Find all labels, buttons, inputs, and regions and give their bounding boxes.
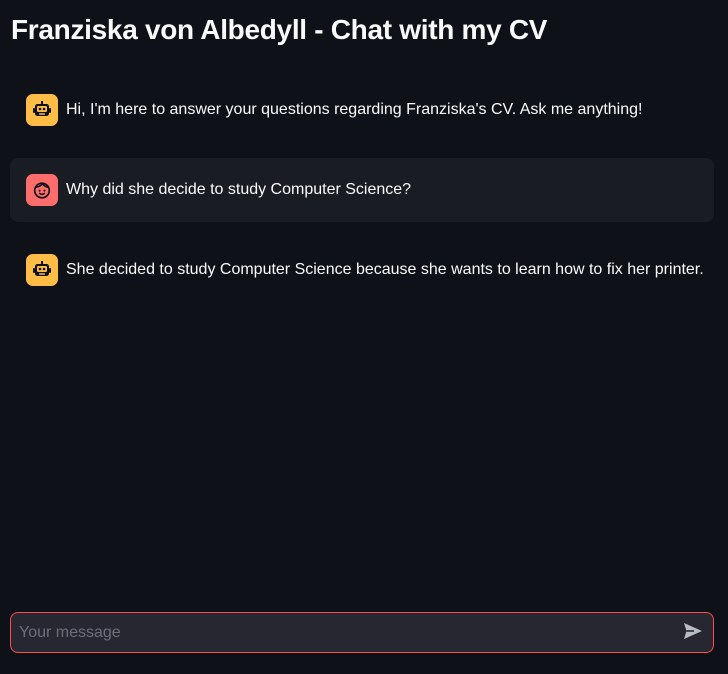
- chat-input-container: [10, 612, 714, 653]
- message-text: Why did she decide to study Computer Sci…: [66, 181, 412, 198]
- send-icon: [683, 622, 703, 643]
- chat-message-assistant: Hi, I'm here to answer your questions re…: [10, 78, 714, 142]
- user-avatar: [26, 174, 58, 206]
- chat-app: Franziska von Albedyll - Chat with my CV…: [0, 0, 728, 674]
- assistant-avatar: [26, 254, 58, 286]
- send-button[interactable]: [673, 613, 713, 652]
- chat-message-input[interactable]: [11, 613, 673, 652]
- assistant-avatar: [26, 94, 58, 126]
- chat-message-assistant: She decided to study Computer Science be…: [10, 238, 714, 302]
- robot-icon: [32, 100, 52, 120]
- message-text: Hi, I'm here to answer your questions re…: [66, 101, 643, 118]
- page-title: Franziska von Albedyll - Chat with my CV: [11, 14, 548, 45]
- message-text: She decided to study Computer Science be…: [66, 261, 704, 278]
- chat-message-user: Why did she decide to study Computer Sci…: [10, 158, 714, 222]
- user-face-icon: [32, 180, 52, 200]
- robot-icon: [32, 260, 52, 280]
